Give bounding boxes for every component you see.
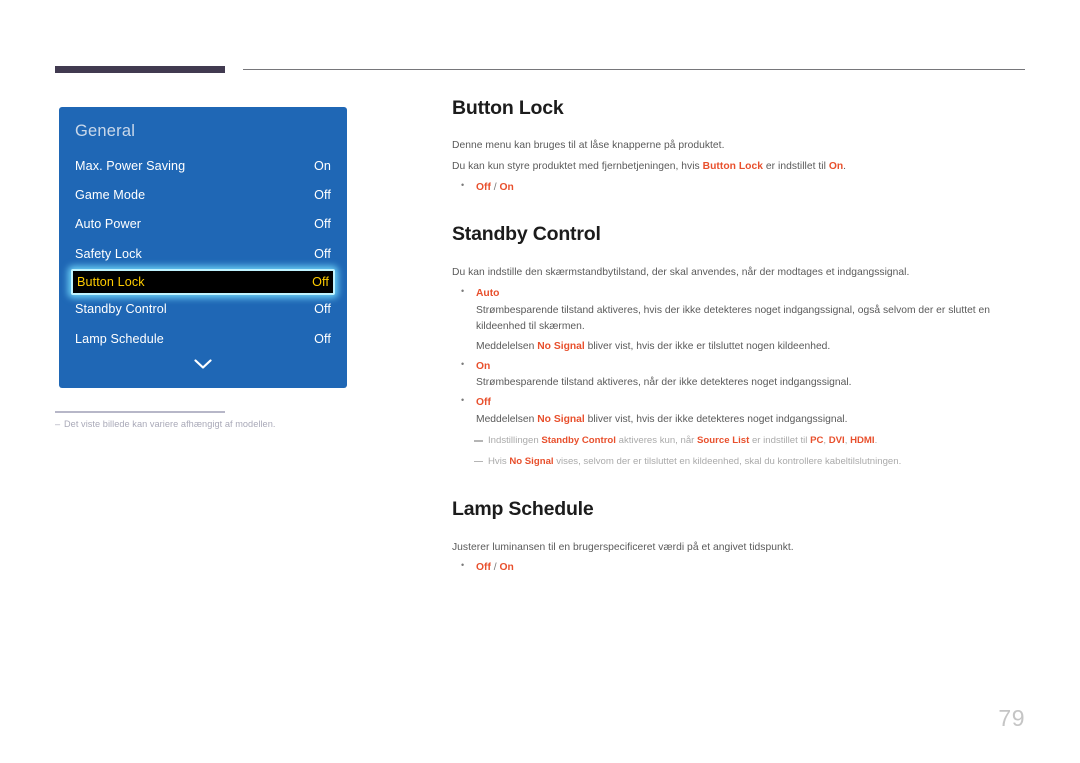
figure-caption-rule <box>55 411 225 413</box>
text-fragment: Meddelelsen <box>476 414 538 426</box>
text-fragment: vises, selvom der er tilsluttet en kilde… <box>553 455 902 467</box>
osd-row-value: Off <box>312 274 329 289</box>
highlight-no-signal: No Signal <box>537 340 585 352</box>
option-auto-description-1: Strømbesparende tilstand aktiveres, hvis… <box>476 304 990 332</box>
option-lamp-schedule-off-on: Off / On <box>452 559 1030 576</box>
text-fragment: Du kan kun styre produktet med fjernbetj… <box>452 161 703 173</box>
highlight-no-signal: No Signal <box>537 414 585 426</box>
osd-row-value: On <box>314 158 331 173</box>
osd-row-safety-lock[interactable]: Safety Lock Off <box>59 239 347 268</box>
paragraph-lamp-schedule-1: Justerer luminansen til en brugerspecifi… <box>452 541 794 553</box>
osd-row-label: Game Mode <box>75 188 146 203</box>
osd-menu-panel: General Max. Power Saving On Game Mode O… <box>59 107 347 388</box>
osd-row-auto-power[interactable]: Auto Power Off <box>59 210 347 239</box>
osd-row-max-power-saving[interactable]: Max. Power Saving On <box>59 151 347 180</box>
section-title-standby-control: Standby Control <box>452 223 601 246</box>
caption-text: Det viste billede kan variere afhængigt … <box>64 419 276 429</box>
osd-row-value: Off <box>314 188 331 203</box>
note-no-signal-cable: Hvis No Signal vises, selvom der er tils… <box>452 455 1030 469</box>
osd-row-value: Off <box>314 331 331 346</box>
highlight-on: On <box>828 161 844 173</box>
osd-row-label: Standby Control <box>75 302 167 317</box>
option-on-description: Strømbesparende tilstand aktiveres, når … <box>476 377 852 389</box>
paragraph-button-lock-2: Du kan kun styre produktet med fjernbetj… <box>452 159 1030 175</box>
osd-row-lamp-schedule[interactable]: Lamp Schedule Off <box>59 324 347 353</box>
text-fragment: . <box>874 435 878 447</box>
option-standby-on: On <box>452 358 1030 375</box>
highlight-standby-control: Standby Control <box>541 435 616 447</box>
osd-panel-title: General <box>75 122 136 140</box>
highlight-hdmi: HDMI <box>850 435 875 447</box>
option-off: Off <box>476 182 491 194</box>
highlight-no-signal: No Signal <box>509 455 554 467</box>
section-title-button-lock: Button Lock <box>452 97 564 119</box>
paragraph-standby-control-1: Du kan indstille den skærmstandbytilstan… <box>452 266 910 278</box>
osd-row-label: Max. Power Saving <box>75 158 186 173</box>
osd-row-value: Off <box>314 246 331 261</box>
text-fragment: er indstillet til <box>763 161 829 173</box>
osd-row-value: Off <box>314 217 331 232</box>
osd-row-value: Off <box>314 302 331 317</box>
osd-row-label: Button Lock <box>77 274 145 289</box>
text-fragment: aktiveres kun, når <box>615 435 698 447</box>
highlight-dvi: DVI <box>828 435 845 447</box>
osd-row-label: Lamp Schedule <box>75 331 164 346</box>
header-rule-accent <box>55 66 225 73</box>
osd-row-button-lock-selected[interactable]: Button Lock Off <box>71 268 335 295</box>
header-rule-line <box>243 69 1025 70</box>
osd-row-standby-control[interactable]: Standby Control Off <box>59 295 347 324</box>
text-fragment: er indstillet til <box>749 435 811 447</box>
section-title-lamp-schedule: Lamp Schedule <box>452 498 594 521</box>
figure-caption: – Det viste billede kan variere afhængigt… <box>55 419 355 429</box>
chevron-down-icon[interactable] <box>59 358 347 374</box>
option-on: On <box>499 562 514 574</box>
text-fragment: bliver vist, hvis der ikke detekteres no… <box>584 414 848 426</box>
option-off-description: Meddelelsen No Signal bliver vist, hvis … <box>452 412 1030 428</box>
text-fragment: bliver vist, hvis der ikke er tilsluttet… <box>584 340 831 352</box>
note-standby-control-source-list: Indstillingen Standby Control aktiveres … <box>452 434 1030 448</box>
text-fragment: Meddelelsen <box>476 340 538 352</box>
option-off: Off <box>476 397 491 409</box>
highlight-source-list: Source List <box>697 435 750 447</box>
caption-dash: – <box>55 419 61 429</box>
option-button-lock-off-on: Off / On <box>452 179 1030 196</box>
option-auto: Auto <box>476 287 500 299</box>
osd-row-game-mode[interactable]: Game Mode Off <box>59 180 347 209</box>
osd-row-label: Auto Power <box>75 217 142 232</box>
main-content: Button Lock Denne menu kan bruges til at… <box>452 97 1030 577</box>
osd-row-label: Safety Lock <box>75 246 142 261</box>
option-on: On <box>499 182 514 194</box>
option-standby-off: Off <box>452 394 1030 411</box>
option-standby-auto: Auto <box>452 285 1030 302</box>
osd-menu-list: Max. Power Saving On Game Mode Off Auto … <box>59 151 347 353</box>
paragraph-button-lock-1: Denne menu kan bruges til at låse knappe… <box>452 140 725 152</box>
page-number: 79 <box>998 705 1025 731</box>
option-off: Off <box>476 562 491 574</box>
text-fragment: Hvis <box>488 455 510 467</box>
highlight-pc: PC <box>810 435 824 447</box>
text-fragment: Indstillingen <box>488 435 542 447</box>
highlight-button-lock: Button Lock <box>702 161 763 173</box>
option-auto-description-2: Meddelelsen No Signal bliver vist, hvis … <box>452 339 1030 355</box>
text-fragment: . <box>843 161 847 173</box>
option-on: On <box>476 360 491 372</box>
